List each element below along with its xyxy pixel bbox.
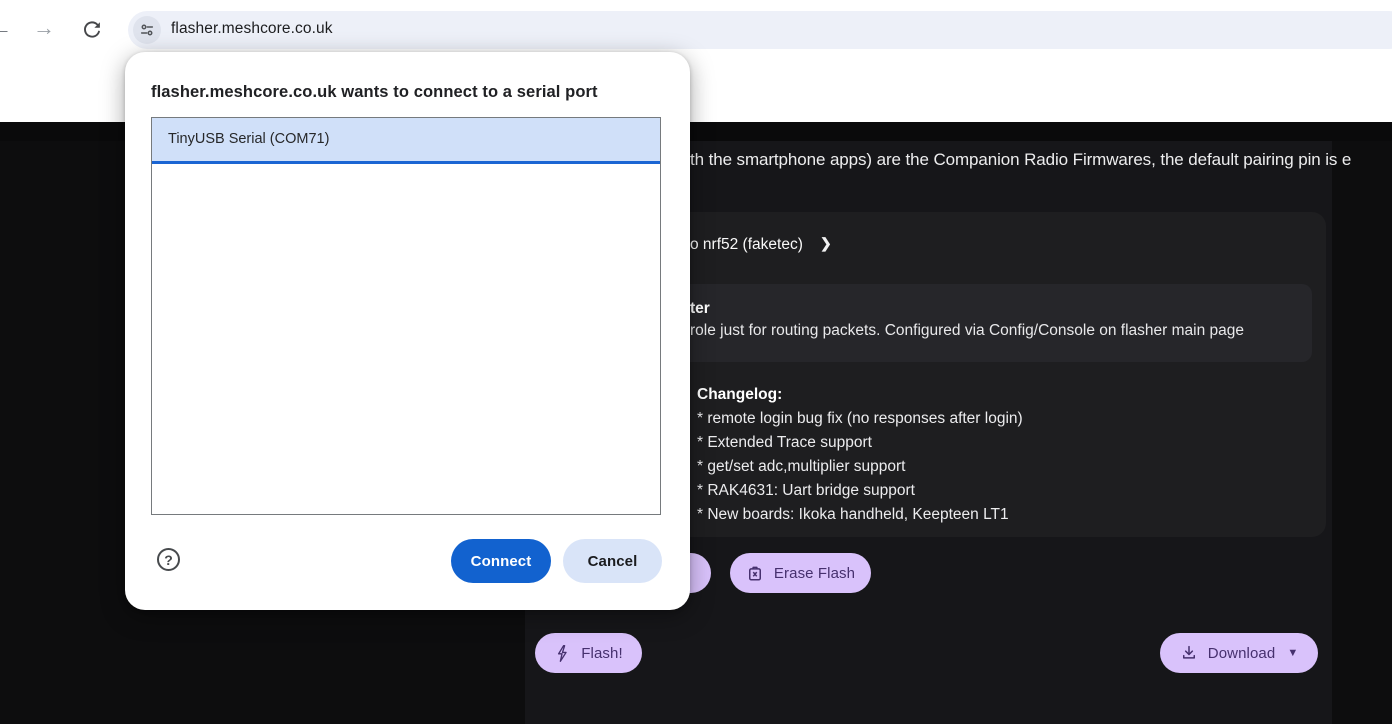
reload-icon[interactable] (81, 19, 103, 41)
changelog-item: * remote login bug fix (no responses aft… (697, 410, 1023, 428)
flash-button[interactable]: Flash! (535, 633, 642, 673)
site-settings-icon[interactable] (133, 16, 161, 44)
changelog-item: * RAK4631: Uart bridge support (697, 482, 915, 500)
dialog-title: flasher.meshcore.co.uk wants to connect … (151, 83, 666, 102)
erase-flash-icon (746, 564, 764, 582)
flash-label: Flash! (581, 645, 622, 662)
download-button[interactable]: Download ▼ (1160, 633, 1318, 673)
download-icon (1180, 644, 1198, 662)
port-option-selected[interactable]: TinyUSB Serial (COM71) (152, 118, 660, 164)
browser-notice: Google Chro (0, 52, 129, 122)
changelog-title: Changelog: (697, 386, 782, 404)
erase-flash-button[interactable]: Erase Flash (730, 553, 871, 593)
address-bar[interactable]: flasher.meshcore.co.uk (128, 11, 1392, 49)
erase-flash-label: Erase Flash (774, 565, 855, 582)
connect-button[interactable]: Connect (451, 539, 551, 583)
chevron-right-icon[interactable]: ❯ (820, 235, 832, 252)
forward-icon[interactable]: → (33, 17, 55, 39)
changelog-item: * get/set adc,multiplier support (697, 458, 906, 476)
help-icon[interactable]: ? (157, 548, 180, 571)
help-glyph: ? (164, 552, 173, 568)
firmware-role-title: ter (690, 300, 710, 318)
back-icon[interactable]: ← (0, 17, 12, 39)
intro-paragraph: th the smartphone apps) are the Companio… (690, 150, 1351, 170)
changelog-item: * New boards: Ikoka handheld, Keepteen L… (697, 506, 1009, 524)
changelog-item: * Extended Trace support (697, 434, 872, 452)
browser-toolbar: ← → flasher.meshcore.co.uk (0, 0, 1392, 52)
port-option-label: TinyUSB Serial (COM71) (168, 131, 329, 147)
port-list: TinyUSB Serial (COM71) (151, 117, 661, 515)
browser-window: ← → flasher.meshcore.co.uk Google (0, 0, 1392, 724)
url-text[interactable]: flasher.meshcore.co.uk (171, 20, 333, 38)
board-selector-label[interactable]: o nrf52 (faketec) (690, 236, 803, 254)
firmware-role-description: role just for routing packets. Configure… (690, 322, 1244, 340)
flash-bolt-icon (554, 644, 571, 663)
serial-port-dialog: flasher.meshcore.co.uk wants to connect … (125, 52, 690, 610)
caret-down-icon: ▼ (1287, 647, 1298, 659)
download-label: Download (1208, 645, 1276, 662)
cancel-button[interactable]: Cancel (563, 539, 662, 583)
